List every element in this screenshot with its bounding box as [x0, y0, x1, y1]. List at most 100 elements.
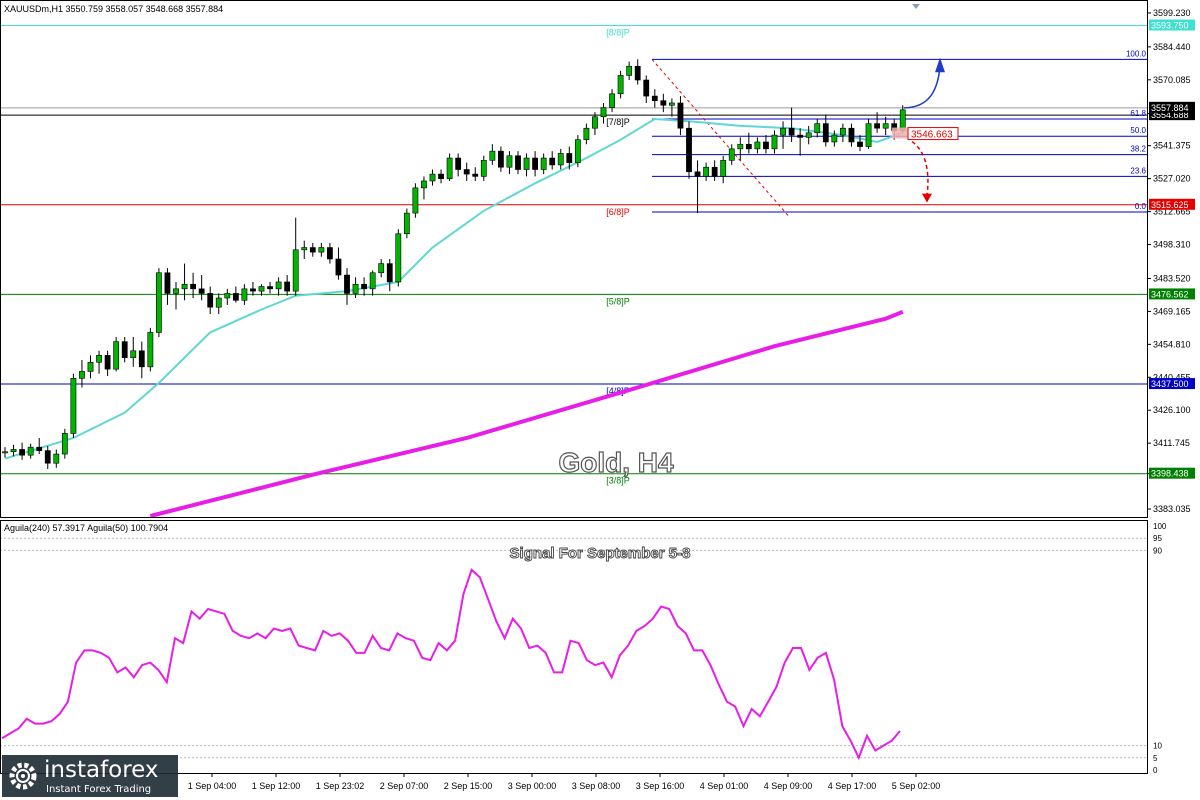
bear-candle [121, 341, 128, 358]
bull-candle [592, 116, 598, 129]
bear-candle [267, 286, 273, 290]
y-tick-label: 3383.035 [1153, 504, 1191, 514]
x-tick-label: 3 Sep 08:00 [572, 781, 621, 791]
bear-candle [438, 173, 444, 179]
indicator-y-tick-label: 90 [1153, 546, 1162, 555]
bull-candle [540, 157, 547, 170]
bear-candle [36, 446, 43, 451]
bear-candle [284, 281, 291, 292]
bull-candle [181, 283, 188, 290]
fib-level-label: 100.0 [1126, 49, 1147, 58]
bear-candle [497, 150, 504, 168]
bull-candle [2, 451, 8, 454]
bull-candle [147, 332, 154, 368]
bull-candle [421, 180, 427, 189]
bear-candle [797, 134, 804, 138]
fib-level-label: 23.6 [1130, 166, 1146, 175]
x-tick-label: 3 Sep 00:00 [508, 781, 557, 791]
y-tick-label: 3570.085 [1153, 75, 1191, 85]
bull-candle [79, 371, 85, 379]
x-tick-label: 1 Sep 04:00 [188, 781, 237, 791]
bull-candle [224, 293, 231, 299]
bull-candle [403, 212, 410, 235]
x-tick-label: 1 Sep 23:02 [316, 781, 365, 791]
bear-candle [335, 258, 342, 276]
bull-candle [318, 247, 325, 253]
fib-level-label: 38.2 [1130, 145, 1146, 154]
y-tick-label: 3498.310 [1153, 240, 1191, 250]
bull-candle [557, 153, 564, 166]
bull-candle [754, 141, 761, 150]
bull-candle [609, 93, 615, 108]
watermark-tagline: Instant Forex Trading [46, 784, 152, 795]
y-tick-label: 3469.165 [1153, 306, 1191, 316]
bull-candle [96, 355, 102, 363]
bull-candle [720, 160, 727, 177]
bull-candle [583, 127, 590, 140]
bull-candle [668, 102, 675, 106]
x-tick-label: 4 Sep 01:00 [700, 781, 749, 791]
signal-title: Signal For September 5-8 [510, 545, 691, 562]
bear-candle [848, 127, 855, 143]
murrey-level-label: [8/8]P [606, 28, 630, 38]
bull-candle [865, 123, 872, 147]
bear-candle [745, 143, 752, 150]
bull-candle [378, 263, 385, 274]
gear-logo-icon [9, 762, 37, 790]
bear-candle [104, 355, 111, 370]
bull-candle [882, 123, 889, 129]
bear-candle [694, 171, 701, 177]
bear-candle [634, 65, 641, 81]
bear-candle [386, 263, 393, 283]
indicator-info: Aguila(240) 57.3917 Aguila(50) 100.7904 [4, 523, 169, 533]
bear-candle [686, 127, 692, 173]
bear-candle [361, 283, 367, 290]
bull-candle [156, 272, 162, 333]
y-tick-label: 3599.230 [1153, 8, 1191, 18]
bull-candle [771, 134, 778, 150]
bear-candle [198, 288, 205, 294]
bear-candle [250, 288, 256, 292]
murrey-level-label: [5/8]P [606, 296, 630, 306]
bear-candle [138, 350, 145, 368]
bear-candle [643, 79, 650, 97]
bear-candle [788, 127, 795, 136]
fib-level-label: 0.0 [1135, 202, 1147, 211]
murrey-level-label: [6/8]P [606, 207, 630, 217]
bear-candle [190, 283, 196, 290]
bear-candle [44, 450, 51, 464]
bull-candle [87, 361, 94, 372]
main-title: Gold, H4 [558, 447, 674, 478]
bear-candle [532, 157, 538, 170]
bull-candle [352, 283, 359, 294]
bear-candle [566, 153, 573, 163]
bull-candle [241, 288, 248, 301]
bear-candle [344, 274, 350, 294]
x-tick-label: 5 Sep 02:00 [892, 781, 941, 791]
x-tick-label: 3 Sep 16:00 [636, 781, 685, 791]
bull-candle [395, 233, 402, 283]
y-tick-label: 3541.375 [1153, 141, 1191, 151]
bull-candle [831, 134, 838, 143]
current-price-tag-label: 3557.884 [1151, 103, 1189, 113]
y-tick-label: 3584.440 [1153, 42, 1191, 52]
bear-candle [763, 141, 769, 150]
bull-candle [27, 446, 34, 456]
x-tick-label: 1 Sep 12:00 [252, 781, 301, 791]
bear-candle [232, 293, 239, 301]
y-tick-label: 3454.810 [1153, 339, 1191, 349]
price-tag-label: 3437.500 [1151, 379, 1189, 389]
bull-candle [805, 132, 812, 138]
bull-candle [899, 109, 906, 131]
chart-canvas: [8/8]P[6/8]P[5/8]P[4/8]P[3/8]P[7/8]P 100… [0, 0, 1200, 800]
x-tick-label: 2 Sep 07:00 [380, 781, 429, 791]
symbol-info: XAUUSDm,H1 3550.759 3558.057 3548.668 35… [4, 4, 224, 14]
bear-candle [822, 123, 829, 143]
bull-candle [215, 297, 222, 308]
bear-candle [549, 157, 556, 166]
bull-candle [113, 341, 120, 370]
bull-candle [173, 288, 179, 294]
y-tick-label: 3527.020 [1153, 174, 1191, 184]
bull-candle [703, 166, 709, 177]
bull-candle [429, 173, 436, 182]
